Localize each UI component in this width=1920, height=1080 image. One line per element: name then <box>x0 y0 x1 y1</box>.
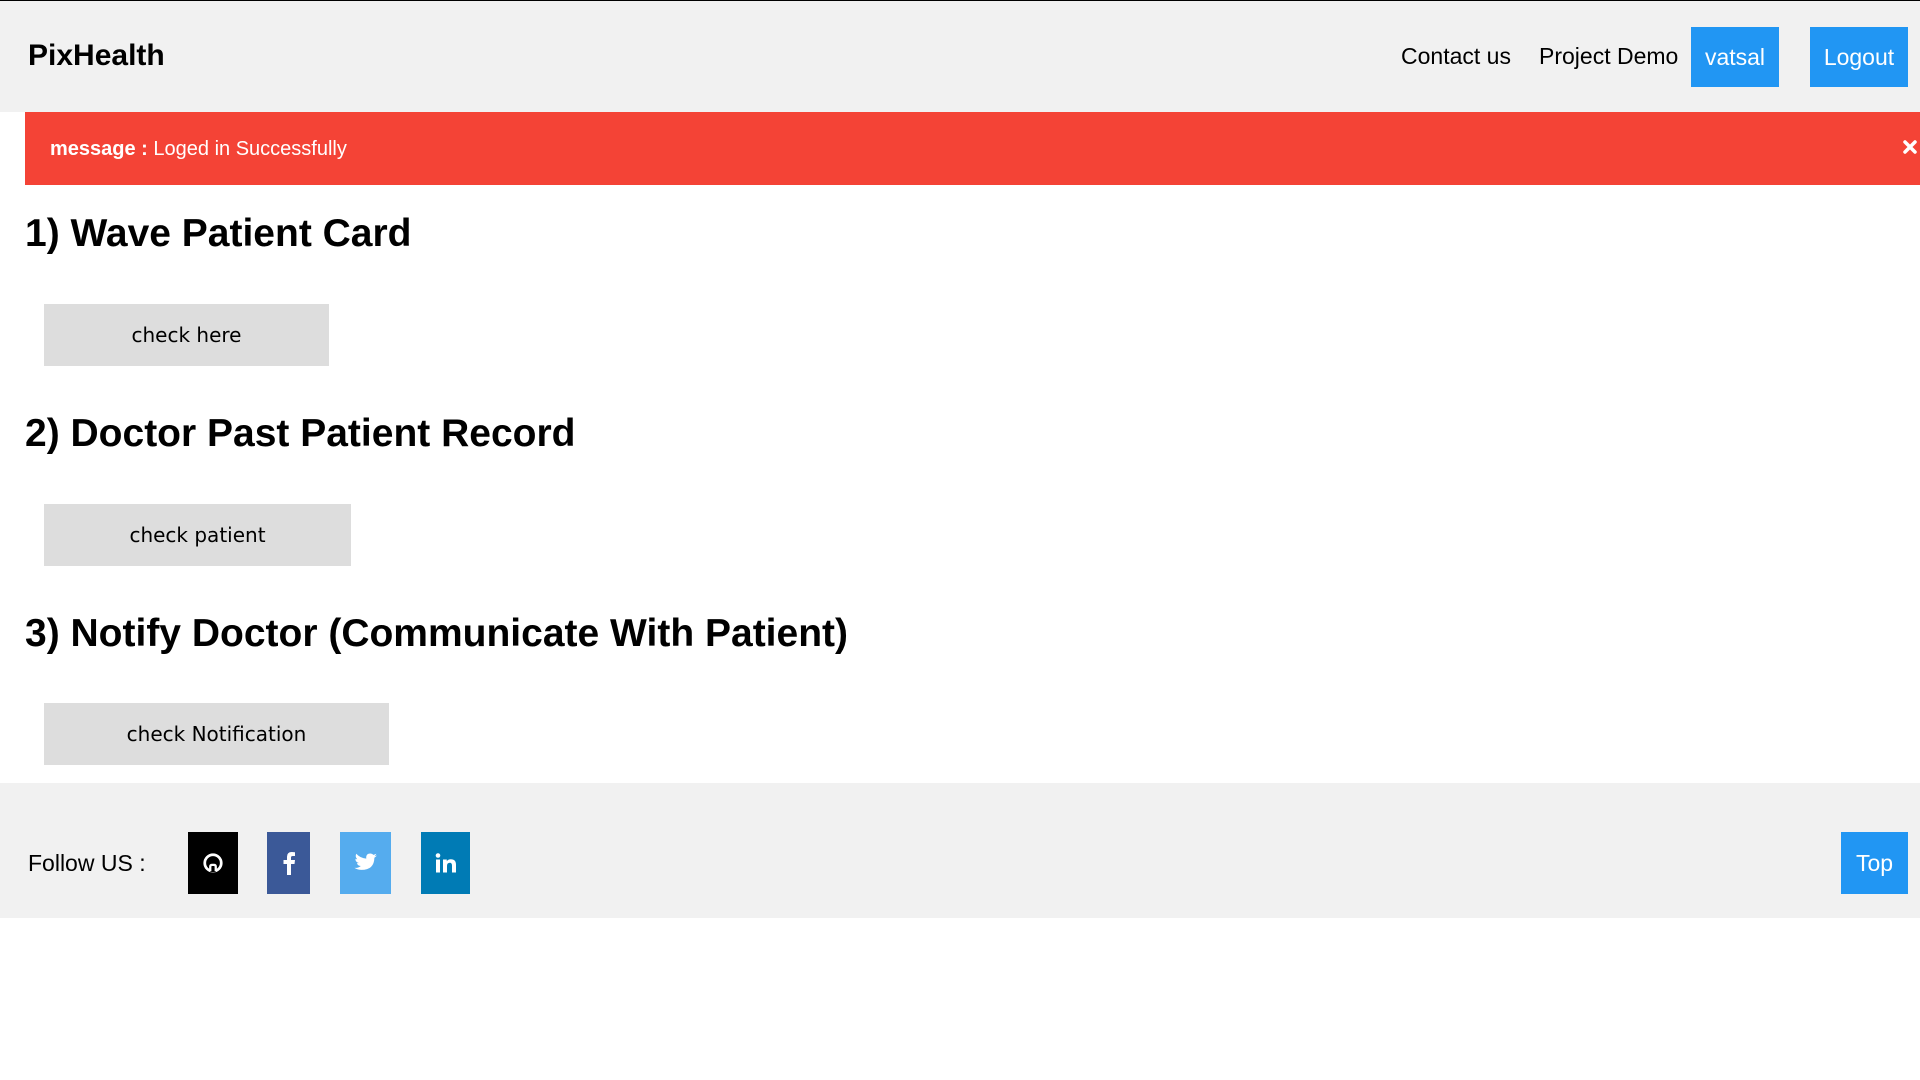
section-title-doctor-past-patient-record: 2) Doctor Past Patient Record <box>25 412 576 455</box>
linkedin-link[interactable] <box>421 832 470 894</box>
user-button[interactable]: vatsal <box>1691 27 1779 87</box>
close-icon[interactable] <box>1895 132 1920 162</box>
twitter-link[interactable] <box>340 832 391 894</box>
check-patient-button[interactable]: check patient <box>44 504 351 566</box>
twitter-icon <box>354 853 377 870</box>
check-here-button[interactable]: check here <box>44 304 329 366</box>
github-icon <box>203 853 223 873</box>
alert-label: message : <box>50 138 148 160</box>
github-link[interactable] <box>188 832 238 894</box>
linkedin-icon <box>435 853 456 873</box>
section-title-notify-doctor: 3) Notify Doctor (Communicate With Patie… <box>25 612 848 655</box>
facebook-icon <box>283 852 295 875</box>
success-alert: message : Loged in Successfully <box>25 112 1920 185</box>
brand-logo[interactable]: PixHealth <box>28 39 165 73</box>
facebook-link[interactable] <box>267 832 310 894</box>
section-title-wave-patient-card: 1) Wave Patient Card <box>25 212 412 255</box>
alert-message: message : Loged in Successfully <box>50 137 347 161</box>
alert-text: Loged in Successfully <box>153 138 347 160</box>
check-notification-button[interactable]: check Notification <box>44 703 389 765</box>
header-bar: PixHealth Contact us Project Demo vatsal… <box>0 1 1920 112</box>
logout-button[interactable]: Logout <box>1810 27 1908 87</box>
back-to-top-button[interactable]: Top <box>1841 832 1908 894</box>
nav-contact-link[interactable]: Contact us <box>1401 41 1511 71</box>
nav-project-demo-link[interactable]: Project Demo <box>1539 41 1678 71</box>
footer-bar: Follow US : Top <box>0 783 1920 918</box>
follow-us-label: Follow US : <box>28 850 146 876</box>
